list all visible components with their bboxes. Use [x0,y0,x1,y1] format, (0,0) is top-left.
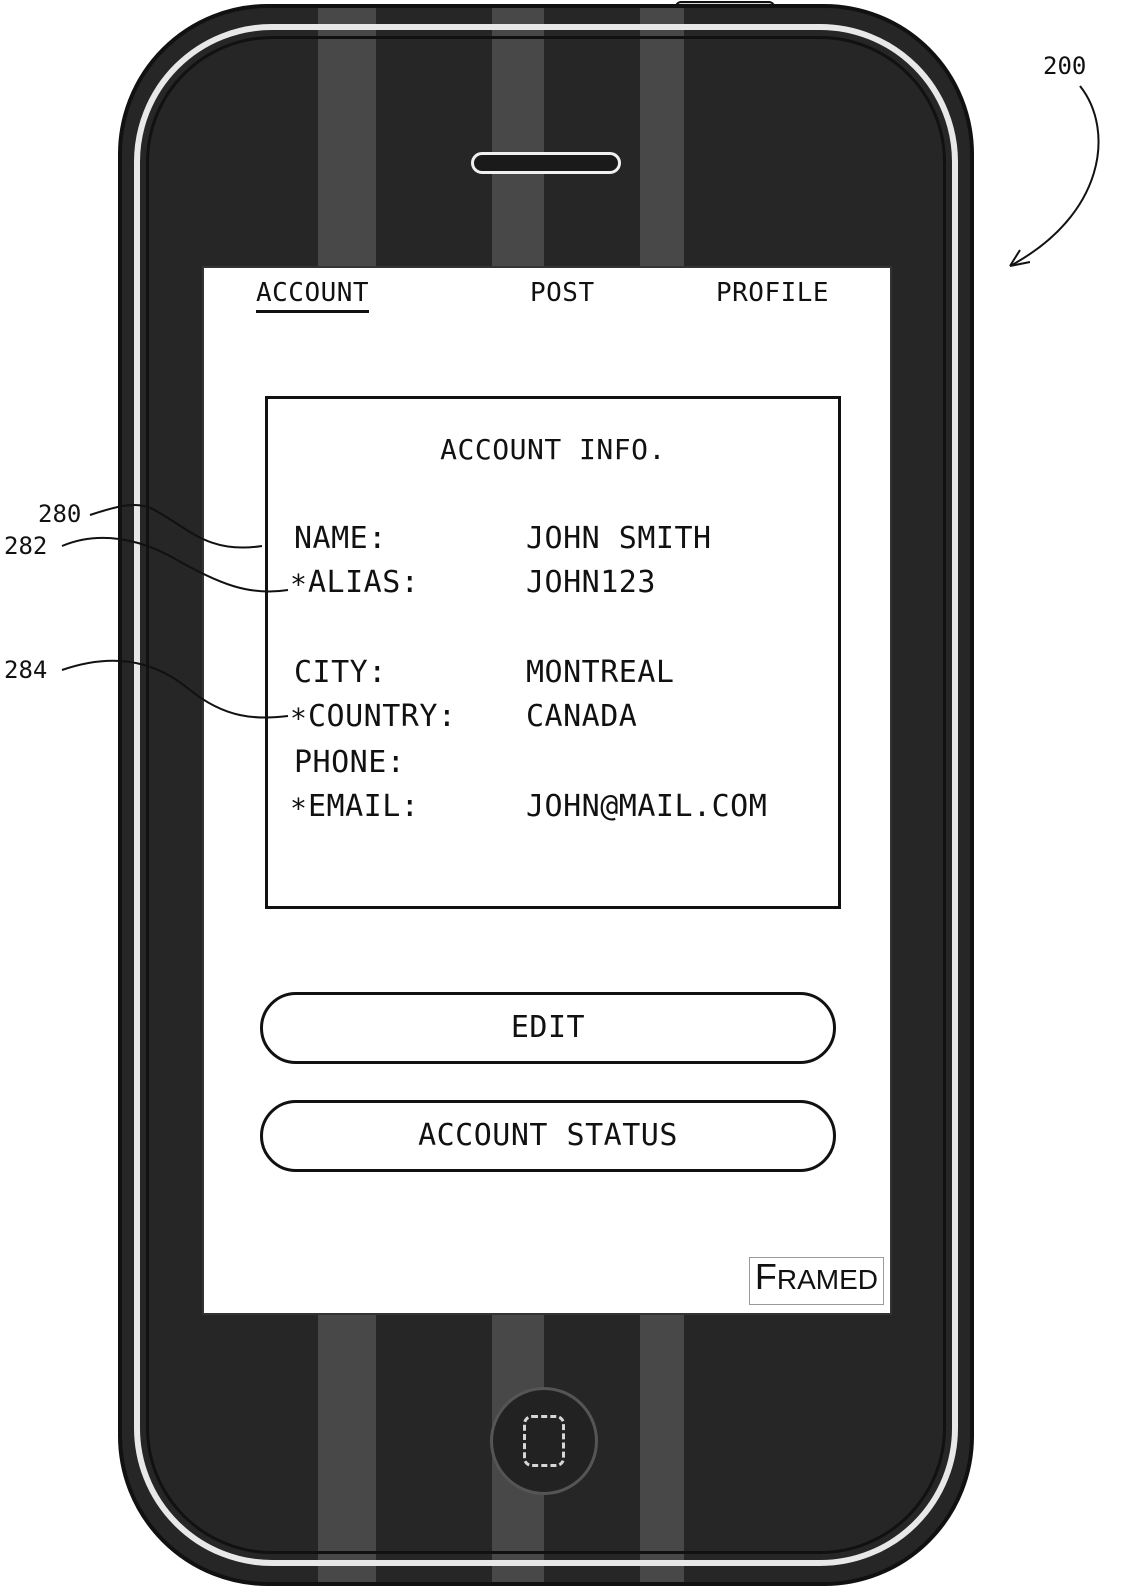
ref-280: 280 [38,500,82,528]
reference-leader-lines [61,85,1100,719]
leader-200 [1009,85,1100,267]
ref-284: 284 [4,656,48,684]
ref-200: 200 [1043,52,1087,80]
leader-282 [61,536,289,593]
leader-280 [89,504,263,549]
leader-284 [61,659,289,719]
ref-282: 282 [4,532,48,560]
